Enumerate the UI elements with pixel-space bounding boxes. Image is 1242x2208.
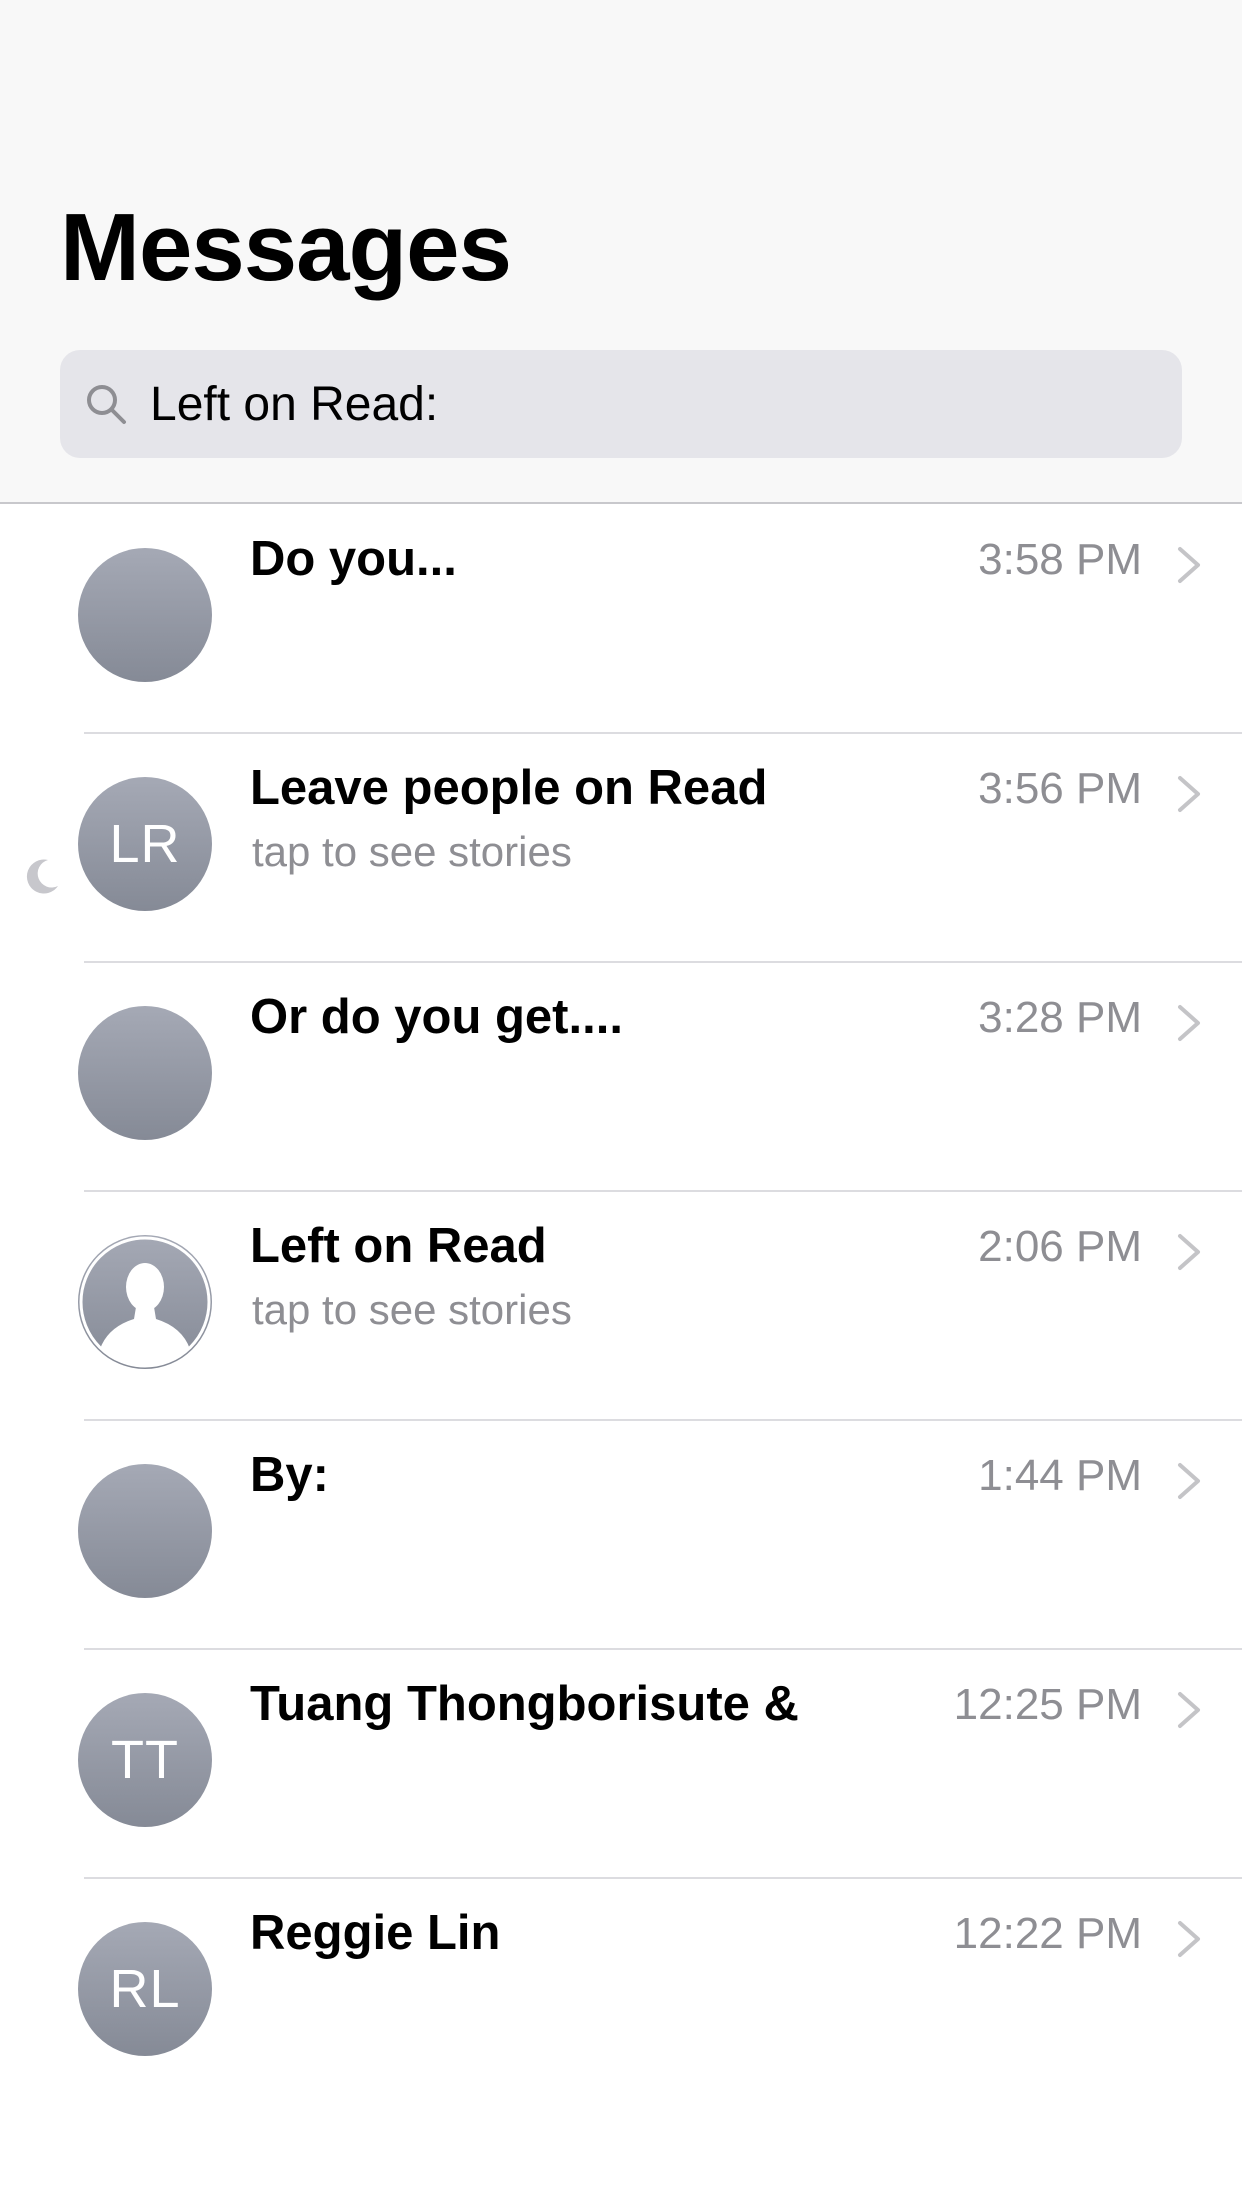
conversation-list: Do you... 3:58 PM LR Leave people on Rea… — [0, 505, 1242, 2108]
chevron-right-icon — [1178, 1921, 1200, 1957]
conversation-row[interactable]: LR Leave people on Read tap to see stori… — [0, 734, 1242, 963]
moon-icon — [26, 859, 58, 894]
conversation-time: 2:06 PM — [978, 1222, 1142, 1271]
avatar — [78, 548, 212, 682]
avatar: RL — [78, 1922, 212, 2056]
navigation-header: Messages — [0, 0, 1242, 504]
search-bar[interactable] — [60, 350, 1182, 458]
conversation-time: 3:56 PM — [978, 764, 1142, 813]
conversation-time: 12:22 PM — [953, 1909, 1142, 1958]
conversation-preview: tap to see stories — [252, 1286, 572, 1333]
page-title: Messages — [60, 194, 512, 301]
conversation-preview: tap to see stories — [252, 828, 572, 875]
chevron-right-icon — [1178, 547, 1200, 583]
chevron-right-icon — [1178, 776, 1200, 812]
search-input[interactable] — [150, 350, 1150, 458]
chevron-right-icon — [1178, 1005, 1200, 1041]
conversation-name: Reggie Lin — [250, 1906, 501, 1960]
search-icon — [87, 385, 126, 424]
avatar: TT — [78, 1693, 212, 1827]
conversation-name: Or do you get.... — [250, 990, 623, 1044]
conversation-name: Tuang Thongborisute & — [250, 1677, 799, 1731]
avatar: LR — [78, 777, 212, 911]
conversation-row[interactable]: By: 1:44 PM — [0, 1421, 1242, 1650]
conversation-time: 3:28 PM — [978, 993, 1142, 1042]
chevron-right-icon — [1178, 1463, 1200, 1499]
conversation-row[interactable]: Left on Read tap to see stories 2:06 PM — [0, 1192, 1242, 1421]
conversation-row[interactable]: Or do you get.... 3:28 PM — [0, 963, 1242, 1192]
conversation-name: Left on Read — [250, 1219, 547, 1273]
avatar — [78, 1464, 212, 1598]
conversation-row[interactable]: RL Reggie Lin 12:22 PM — [0, 1879, 1242, 2108]
chevron-right-icon — [1178, 1692, 1200, 1728]
avatar — [78, 1006, 212, 1140]
conversation-row[interactable]: TT Tuang Thongborisute & 12:25 PM — [0, 1650, 1242, 1879]
conversation-row[interactable]: Do you... 3:58 PM — [0, 505, 1242, 734]
avatar — [78, 1235, 212, 1369]
chevron-right-icon — [1178, 1234, 1200, 1270]
conversation-name: Do you... — [250, 532, 457, 586]
conversation-time: 12:25 PM — [953, 1680, 1142, 1729]
person-silhouette-icon — [79, 1236, 211, 1368]
conversation-time: 3:58 PM — [978, 535, 1142, 584]
conversation-name: Leave people on Read — [250, 761, 768, 815]
conversation-name: By: — [250, 1448, 329, 1502]
conversation-time: 1:44 PM — [978, 1451, 1142, 1500]
